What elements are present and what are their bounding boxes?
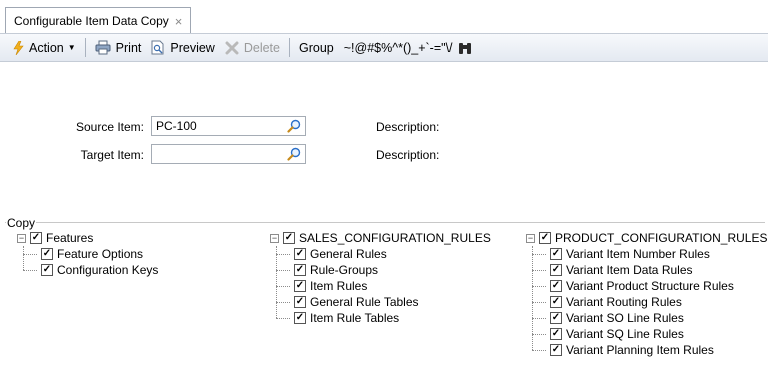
- node-label: Variant Routing Rules: [566, 295, 682, 309]
- node-label: Variant SQ Line Rules: [566, 327, 684, 341]
- tree-node-features[interactable]: − ✓ Features: [17, 230, 158, 246]
- tree-node-variant-item-data-rules[interactable]: ✓ Variant Item Data Rules: [531, 262, 767, 278]
- tree-node-product-configuration-rules[interactable]: − ✓ PRODUCT_CONFIGURATION_RULES: [526, 230, 767, 246]
- binoculars-icon: [458, 42, 471, 54]
- node-label: Variant Item Data Rules: [566, 263, 693, 277]
- delete-button[interactable]: Delete: [220, 34, 285, 61]
- tree-node-sales-configuration-rules[interactable]: − ✓ SALES_CONFIGURATION_RULES: [270, 230, 491, 246]
- tree-node-variant-item-number-rules[interactable]: ✓ Variant Item Number Rules: [531, 246, 767, 262]
- group-label: Group: [298, 40, 334, 55]
- checkbox[interactable]: ✓: [283, 232, 295, 244]
- node-label: Rule-Groups: [310, 263, 379, 277]
- node-label: Item Rule Tables: [310, 311, 400, 325]
- node-label: General Rules: [310, 247, 387, 261]
- tab-title: Configurable Item Data Copy: [14, 14, 169, 28]
- group-button[interactable]: Group: [294, 34, 339, 61]
- node-label: PRODUCT_CONFIGURATION_RULES: [555, 231, 768, 245]
- checkbox[interactable]: ✓: [294, 264, 306, 276]
- checkbox[interactable]: ✓: [539, 232, 551, 244]
- node-label: SALES_CONFIGURATION_RULES: [299, 231, 491, 245]
- checkbox[interactable]: ✓: [41, 264, 53, 276]
- source-description-label: Description:: [376, 120, 440, 134]
- target-item-field[interactable]: [151, 144, 306, 164]
- node-label: Variant Product Structure Rules: [566, 279, 734, 293]
- print-button[interactable]: Print: [90, 34, 147, 61]
- checkbox[interactable]: ✓: [294, 296, 306, 308]
- delete-icon: [225, 41, 239, 54]
- tree-node-configuration-keys[interactable]: ✓ Configuration Keys: [22, 262, 159, 278]
- chevron-down-icon: ▼: [67, 43, 76, 52]
- node-label: Features: [46, 231, 94, 245]
- search-icon[interactable]: [283, 117, 305, 135]
- checkbox[interactable]: ✓: [550, 296, 562, 308]
- checkbox[interactable]: ✓: [550, 328, 562, 340]
- node-label: Item Rules: [310, 279, 368, 293]
- collapse-icon[interactable]: −: [17, 233, 26, 243]
- preview-icon: [151, 40, 164, 55]
- tab-strip: Configurable Item Data Copy ×: [0, 0, 768, 34]
- checkbox[interactable]: ✓: [41, 248, 53, 260]
- node-label: Configuration Keys: [57, 263, 159, 277]
- checkbox[interactable]: ✓: [550, 280, 562, 292]
- tab-configurable-item-data-copy[interactable]: Configurable Item Data Copy ×: [5, 7, 192, 34]
- toolbar: Action ▼ Print Preview Delete Group ~!@#…: [0, 33, 768, 62]
- tree-node-variant-so-line-rules[interactable]: ✓ Variant SO Line Rules: [531, 310, 767, 326]
- tree-node-item-rules[interactable]: ✓ Item Rules: [276, 278, 491, 294]
- delete-label: Delete: [243, 40, 280, 55]
- special-characters-button[interactable]: ~!@#$%^*()_+`-="\/: [339, 34, 477, 61]
- tree-node-general-rule-tables[interactable]: ✓ General Rule Tables: [276, 294, 491, 310]
- node-label: Feature Options: [57, 247, 144, 261]
- copy-legend: Copy: [6, 216, 37, 230]
- tree-node-rule-groups[interactable]: ✓ Rule-Groups: [276, 262, 491, 278]
- preview-label: Preview: [170, 40, 215, 55]
- checkbox[interactable]: ✓: [550, 248, 562, 260]
- product-children: ✓ Variant Item Number Rules ✓ Variant Item…: [531, 246, 767, 358]
- checkbox[interactable]: ✓: [294, 280, 306, 292]
- tree-node-variant-product-structure-rules[interactable]: ✓ Variant Product Structure Rules: [531, 278, 767, 294]
- node-label: Variant Item Number Rules: [566, 247, 710, 261]
- sales-rules-tree: − ✓ SALES_CONFIGURATION_RULES ✓ General R…: [270, 230, 491, 326]
- print-label: Print: [115, 40, 142, 55]
- printer-icon: [95, 40, 111, 55]
- checkbox[interactable]: ✓: [30, 232, 42, 244]
- checkbox[interactable]: ✓: [294, 248, 306, 260]
- tree-node-item-rule-tables[interactable]: ✓ Item Rule Tables: [276, 310, 491, 326]
- node-label: Variant SO Line Rules: [566, 311, 684, 325]
- action-label: Action: [29, 40, 64, 55]
- features-tree: − ✓ Features ✓ Feature Options ✓ Configura…: [17, 230, 158, 278]
- action-menu-button[interactable]: Action ▼: [8, 34, 81, 61]
- product-rules-tree: − ✓ PRODUCT_CONFIGURATION_RULES ✓ Variant…: [526, 230, 767, 358]
- tree-node-feature-options[interactable]: ✓ Feature Options: [22, 246, 158, 262]
- tree-node-variant-sq-line-rules[interactable]: ✓ Variant SQ Line Rules: [531, 326, 767, 342]
- tree-node-general-rules[interactable]: ✓ General Rules: [276, 246, 491, 262]
- node-label: General Rule Tables: [310, 295, 419, 309]
- tree-node-variant-routing-rules[interactable]: ✓ Variant Routing Rules: [531, 294, 767, 310]
- source-item-value: PC-100: [156, 119, 197, 133]
- node-label: Variant Planning Item Rules: [566, 343, 714, 357]
- checkbox[interactable]: ✓: [550, 264, 562, 276]
- search-icon[interactable]: [283, 145, 305, 163]
- special-characters-label: ~!@#$%^*()_+`-="\/: [343, 40, 453, 55]
- target-item-label: Target Item:: [80, 148, 144, 162]
- checkbox[interactable]: ✓: [550, 344, 562, 356]
- features-children: ✓ Feature Options ✓ Configuration Keys: [22, 246, 159, 278]
- tree-node-variant-planning-item-rules[interactable]: ✓ Variant Planning Item Rules: [531, 342, 767, 358]
- source-item-label: Source Item:: [75, 120, 144, 134]
- collapse-icon[interactable]: −: [270, 233, 279, 243]
- toolbar-separator: [288, 38, 290, 57]
- close-icon[interactable]: ×: [175, 15, 183, 28]
- source-item-field[interactable]: PC-100: [151, 116, 306, 136]
- collapse-icon[interactable]: −: [526, 233, 535, 243]
- lightning-icon: [13, 40, 24, 55]
- toolbar-separator: [84, 38, 86, 57]
- checkbox[interactable]: ✓: [294, 312, 306, 324]
- target-description-label: Description:: [376, 148, 440, 162]
- preview-button[interactable]: Preview: [146, 34, 219, 61]
- sales-children: ✓ General Rules ✓ Rule-Groups ✓ Item Rules …: [276, 246, 491, 326]
- checkbox[interactable]: ✓: [550, 312, 562, 324]
